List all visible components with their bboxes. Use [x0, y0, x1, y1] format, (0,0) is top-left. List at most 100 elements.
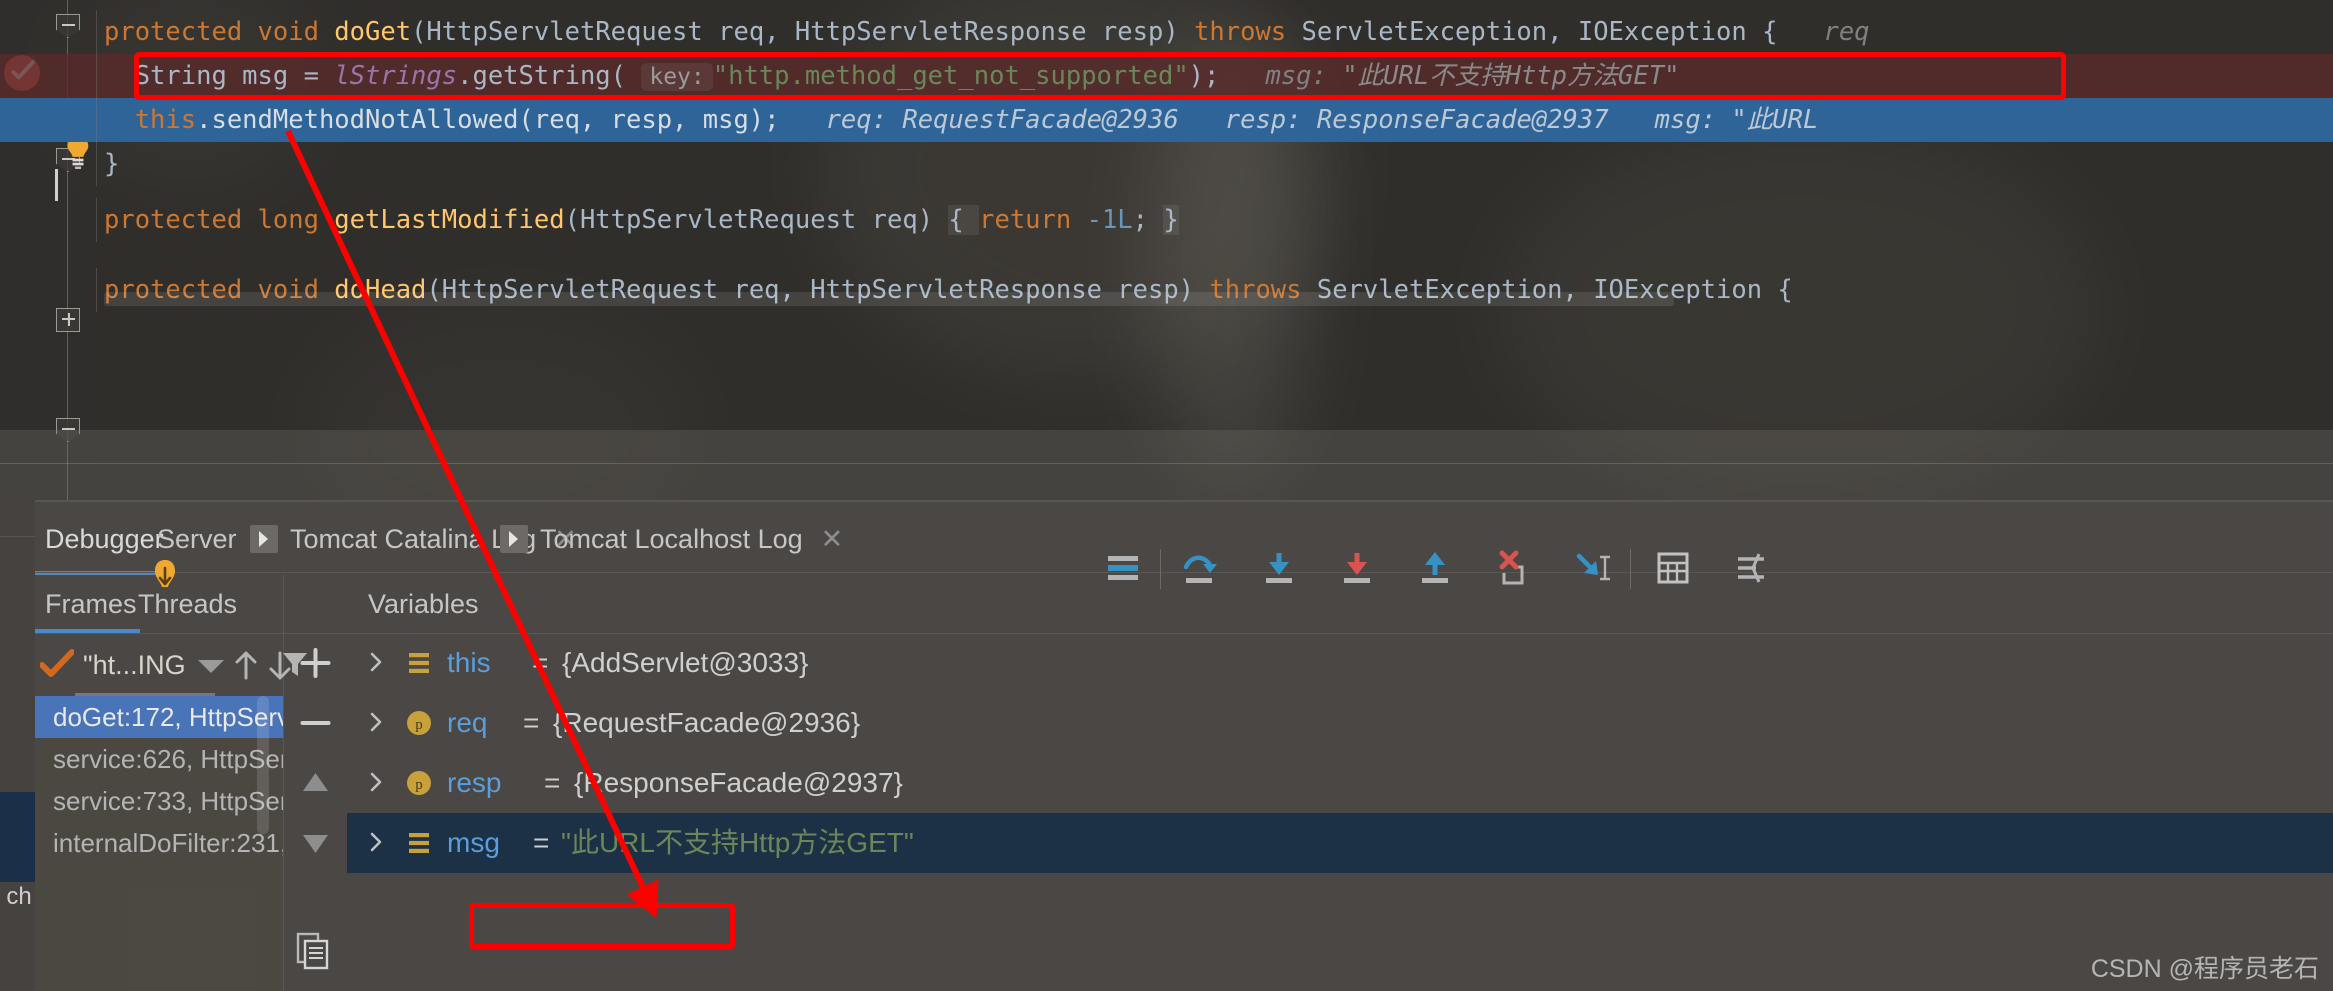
- variables-list[interactable]: this = {AddServlet@3033} p req = {Reques…: [347, 633, 2333, 991]
- debug-tool-window[interactable]: ch Debugger Server Tomcat Catalina Log ✕ …: [0, 500, 2333, 991]
- close-icon[interactable]: ✕: [821, 524, 844, 554]
- code-line-executing[interactable]: String msg = lStrings.getString( key: "ht…: [0, 54, 2333, 98]
- variable-name: this: [447, 647, 491, 678]
- table-row[interactable]: service:733, HttpServlet (javax.: [35, 780, 283, 822]
- chevron-right-icon[interactable]: [365, 771, 387, 793]
- watermark: CSDN @程序员老石: [2090, 955, 2319, 983]
- force-step-into-icon[interactable]: [1334, 545, 1380, 591]
- tab-label: Variables: [368, 589, 479, 619]
- code-line-doget[interactable]: protected void doGet(HttpServletRequest …: [0, 10, 2333, 54]
- settings-lines-icon[interactable]: [1728, 545, 1774, 591]
- string-literal-key: "http.method_get_not_supported": [712, 61, 1189, 91]
- list-item[interactable]: this = {AddServlet@3033}: [347, 633, 2333, 693]
- tab-debugger[interactable]: Debugger: [45, 503, 164, 575]
- frames-scrollbar[interactable]: [257, 696, 269, 834]
- thread-state-icon[interactable]: [40, 649, 74, 679]
- table-row[interactable]: doGet:172, HttpServlet (javax.s: [35, 696, 283, 738]
- gutter-separator: [96, 98, 97, 142]
- move-down-icon[interactable]: [284, 813, 347, 873]
- step-into-icon[interactable]: [1256, 545, 1302, 591]
- left-stripe-active-marker: [0, 792, 35, 882]
- add-watch-icon[interactable]: [284, 633, 347, 693]
- frames-toolbar[interactable]: "ht...ING: [35, 635, 307, 696]
- list-item[interactable]: p resp = {ResponseFacade@2937}: [347, 753, 2333, 813]
- variable-value[interactable]: {RequestFacade@2936}: [553, 693, 860, 753]
- variable-name: resp: [447, 767, 502, 798]
- tab-label: Frames: [45, 589, 137, 619]
- run-to-cursor-icon[interactable]: [1568, 545, 1614, 591]
- chevron-right-icon[interactable]: [365, 831, 387, 853]
- variable-value[interactable]: {AddServlet@3033}: [562, 633, 808, 693]
- chevron-down-icon[interactable]: [198, 660, 224, 673]
- evaluate-expression-icon[interactable]: [1650, 545, 1696, 591]
- step-out-icon[interactable]: [1412, 545, 1458, 591]
- code-line-text: String msg = lStrings.getString( key: "ht…: [104, 61, 1680, 91]
- frames-list[interactable]: doGet:172, HttpServlet (javax.s service:…: [35, 696, 283, 991]
- svg-text:p: p: [415, 717, 423, 733]
- editor-bottom-overlay: [0, 430, 2333, 500]
- run-icon: [250, 525, 278, 553]
- field-icon: [409, 833, 429, 853]
- variable-name: msg: [447, 827, 500, 858]
- plus-glyph: [67, 312, 70, 326]
- frame-label: service:733, HttpServlet: [53, 786, 283, 816]
- step-over-icon[interactable]: [1178, 545, 1224, 591]
- mouse-cursor-icon: [155, 560, 175, 587]
- tab-label: Server: [157, 524, 237, 554]
- equals-sign: =: [544, 767, 561, 798]
- code-line-getlastmodified[interactable]: protected long getLastModified(HttpServl…: [0, 198, 2333, 242]
- equals-sign: =: [523, 707, 540, 738]
- parameter-icon: p: [407, 711, 431, 735]
- svg-text:p: p: [415, 777, 423, 793]
- toolwindow-top-divider: [0, 500, 2333, 502]
- code-line-text: }: [104, 149, 120, 179]
- variable-name: req: [447, 707, 488, 738]
- code-line-text: protected void doGet(HttpServletRequest …: [104, 17, 1870, 47]
- tool-window-left-stripe[interactable]: [0, 500, 35, 991]
- gutter-separator: [96, 10, 97, 54]
- code-editor[interactable]: protected void doGet(HttpServletRequest …: [0, 0, 2333, 500]
- frame-label: internalDoFilter:231, Applicatio: [53, 828, 283, 858]
- inline-search-stripe: [104, 292, 1674, 306]
- move-up-icon[interactable]: [284, 753, 347, 813]
- left-stripe-divider: [0, 536, 35, 537]
- gutter-separator: [96, 268, 97, 312]
- move-up-icon[interactable]: [233, 650, 259, 680]
- drop-frame-icon[interactable]: [1490, 545, 1536, 591]
- chevron-right-icon[interactable]: [365, 711, 387, 733]
- code-line-close-brace[interactable]: }: [0, 142, 2333, 186]
- gutter-separator: [96, 54, 97, 98]
- tab-tomcat-localhost-log[interactable]: Tomcat Localhost Log ✕: [500, 503, 843, 575]
- parameter-icon: p: [407, 771, 431, 795]
- variables-panel-header[interactable]: Variables: [318, 575, 2333, 633]
- code-line-selected[interactable]: this.sendMethodNotAllowed(req, resp, msg…: [0, 98, 2333, 142]
- equals-sign: =: [532, 647, 549, 678]
- code-line-text: protected long getLastModified(HttpServl…: [104, 205, 1179, 235]
- tab-variables[interactable]: Variables: [368, 575, 479, 633]
- code-line-text: this.sendMethodNotAllowed(req, resp, msg…: [104, 105, 1819, 135]
- remove-watch-icon[interactable]: [284, 693, 347, 753]
- table-row[interactable]: internalDoFilter:231, Applicatio: [35, 822, 283, 864]
- left-stripe-label: ch: [6, 883, 32, 910]
- table-row[interactable]: service:626, HttpServlet (javax.: [35, 738, 283, 780]
- variable-value[interactable]: {ResponseFacade@2937}: [574, 753, 903, 813]
- frame-label: doGet:172, HttpServlet: [53, 702, 283, 732]
- list-item[interactable]: p req = {RequestFacade@2936}: [347, 693, 2333, 753]
- frame-label: service:626, HttpServlet: [53, 744, 283, 774]
- list-item[interactable]: msg = "此URL不支持Http方法GET": [347, 813, 2333, 873]
- field-icon: [409, 653, 429, 673]
- inline-hint-msg-value: "此URL不支持Http方法GET": [1342, 61, 1680, 91]
- run-icon: [500, 525, 528, 553]
- tab-label: Tomcat Localhost Log: [540, 524, 803, 554]
- variable-value[interactable]: "此URL不支持Http方法GET": [561, 813, 914, 873]
- toolbar-separator: [1160, 549, 1161, 589]
- thread-selector[interactable]: "ht...ING: [83, 635, 186, 695]
- toolbar-separator: [1630, 549, 1631, 589]
- gutter-separator: [96, 198, 97, 242]
- chevron-right-icon[interactable]: [365, 651, 387, 673]
- copy-value-icon[interactable]: [296, 932, 330, 970]
- editor-bottom-divider: [0, 463, 2333, 464]
- parameter-hint-key: key:: [641, 63, 713, 91]
- tab-frames[interactable]: Frames: [45, 575, 137, 633]
- show-execution-point-icon[interactable]: [1100, 545, 1146, 591]
